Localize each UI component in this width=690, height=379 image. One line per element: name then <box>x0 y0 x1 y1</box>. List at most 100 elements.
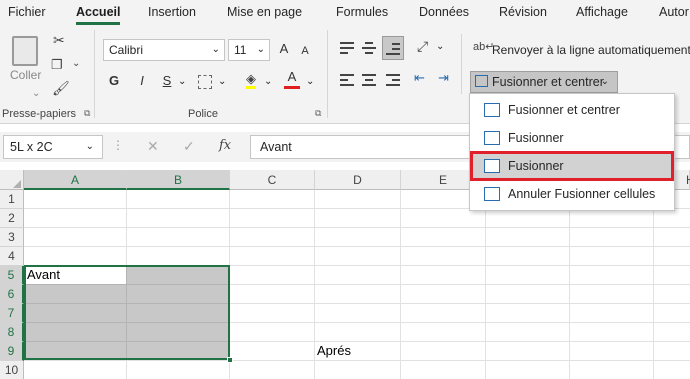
gridline <box>24 246 690 247</box>
menu-item-merge-and-center[interactable]: Fusionner et centrer <box>472 97 672 123</box>
column-header-a[interactable]: A <box>24 170 127 190</box>
unmerge-cells-icon <box>484 187 500 201</box>
tab-revision[interactable]: Révision <box>499 5 547 19</box>
column-header-d[interactable]: D <box>315 170 401 190</box>
tab-formules[interactable]: Formules <box>336 5 388 19</box>
column-header-c[interactable]: C <box>230 170 315 190</box>
clipboard-launcher-icon[interactable]: ⧉ <box>84 108 90 119</box>
font-name-dropdown-icon[interactable]: ⌄ <box>212 40 220 60</box>
insert-function-icon[interactable]: fx <box>219 138 231 153</box>
font-color-dropdown-icon[interactable]: ⌄ <box>306 76 314 87</box>
cut-icon[interactable]: ✂ <box>53 32 65 49</box>
underline-dropdown-icon[interactable]: ⌄ <box>178 76 186 87</box>
selection-gridline <box>126 267 127 358</box>
font-group-label: Police <box>188 108 218 120</box>
align-top-icon[interactable] <box>340 42 354 54</box>
menu-item-unmerge-cells[interactable]: Annuler Fusionner cellules <box>472 181 672 207</box>
tab-automate[interactable]: Autor <box>659 5 689 19</box>
row-header-7[interactable]: 7 <box>0 304 24 323</box>
name-box[interactable]: 5L x 2C ⌄ <box>3 135 103 159</box>
cell-d9[interactable]: Aprés <box>317 343 351 358</box>
borders-dropdown-icon[interactable]: ⌄ <box>218 76 226 87</box>
fill-color-icon[interactable]: ◈ <box>246 72 256 89</box>
shrink-font-button[interactable]: A <box>298 40 312 62</box>
format-painter-icon[interactable]: 🖌 <box>52 80 70 97</box>
row-header-10[interactable]: 10 <box>0 361 24 379</box>
active-tab-indicator <box>76 22 120 25</box>
tab-fichier[interactable]: Fichier <box>8 5 46 19</box>
row-header-4[interactable]: 4 <box>0 247 24 266</box>
bold-button[interactable]: G <box>105 70 123 92</box>
row-header-1[interactable]: 1 <box>0 190 24 209</box>
row-header-5[interactable]: 5 <box>0 266 24 285</box>
font-name-box[interactable]: Calibri ⌄ <box>103 39 225 61</box>
gridline <box>24 227 690 228</box>
merge-across-icon <box>484 131 500 145</box>
tab-accueil[interactable]: Accueil <box>76 5 120 19</box>
select-all-icon <box>13 180 21 188</box>
merge-dropdown-icon[interactable]: ⌄ <box>601 72 609 92</box>
tab-insertion[interactable]: Insertion <box>148 5 196 19</box>
tab-donnees[interactable]: Données <box>419 5 469 19</box>
align-left-icon[interactable] <box>340 74 354 86</box>
align-bottom-button[interactable] <box>382 36 404 60</box>
selection-gridline <box>26 322 228 323</box>
tab-affichage[interactable]: Affichage <box>576 5 628 19</box>
gridline <box>24 360 690 361</box>
group-separator <box>94 30 95 118</box>
menu-item-label: Fusionner <box>508 159 564 173</box>
copy-dropdown-icon[interactable]: ⌄ <box>72 58 80 69</box>
copy-icon[interactable]: ❐ <box>51 57 63 73</box>
menu-item-label: Annuler Fusionner cellules <box>508 187 656 201</box>
italic-button[interactable]: I <box>133 70 151 92</box>
font-size-box[interactable]: 11 ⌄ <box>228 39 270 61</box>
align-right-icon[interactable] <box>386 74 400 86</box>
menu-item-label: Fusionner <box>508 131 564 145</box>
fill-color-dropdown-icon[interactable]: ⌄ <box>264 76 272 87</box>
grow-font-button[interactable]: A <box>276 38 292 60</box>
align-center-icon[interactable] <box>362 74 376 86</box>
row-header-8[interactable]: 8 <box>0 323 24 342</box>
merge-and-center-label: Fusionner et centrer <box>492 75 604 89</box>
font-size-dropdown-icon[interactable]: ⌄ <box>257 40 265 60</box>
align-middle-icon[interactable] <box>362 42 376 54</box>
clipboard-group-label: Presse-papiers <box>2 108 76 120</box>
group-separator <box>461 34 462 94</box>
row-header-9[interactable]: 9 <box>0 342 24 361</box>
fill-handle[interactable] <box>227 357 233 363</box>
name-box-dropdown-icon[interactable]: ⌄ <box>86 136 94 158</box>
borders-icon[interactable] <box>198 75 212 89</box>
row-header-6[interactable]: 6 <box>0 285 24 304</box>
underline-button[interactable]: S <box>158 70 176 92</box>
font-launcher-icon[interactable]: ⧉ <box>315 108 321 119</box>
enter-icon[interactable]: ✓ <box>183 138 195 155</box>
menu-item-merge-cells[interactable]: Fusionner <box>470 151 674 181</box>
select-all-corner[interactable] <box>0 170 24 190</box>
tab-mise-en-page[interactable]: Mise en page <box>227 5 302 19</box>
cell-a5[interactable]: Avant <box>27 267 60 282</box>
paste-label[interactable]: Coller <box>10 68 41 82</box>
orientation-icon[interactable]: ⤢ <box>417 38 428 55</box>
row-header-2[interactable]: 2 <box>0 209 24 228</box>
formula-bar-grip-icon: ⋮ <box>112 138 124 152</box>
selection-gridline <box>26 303 228 304</box>
selection-gridline <box>26 284 228 285</box>
merge-and-center-button[interactable]: Fusionner et centrer ⌄ <box>470 71 618 93</box>
menu-item-merge-across[interactable]: Fusionner <box>472 125 672 151</box>
wrap-text-label[interactable]: Renvoyer à la ligne automatiquement <box>492 43 690 57</box>
menu-item-label: Fusionner et centrer <box>508 103 620 117</box>
paste-icon[interactable] <box>12 36 38 66</box>
name-box-value: 5L x 2C <box>10 140 53 154</box>
merge-cells-icon <box>484 159 500 173</box>
paste-dropdown-icon[interactable]: ⌄ <box>32 88 40 99</box>
merge-dropdown-menu: Fusionner et centrer Fusionner Fusionner… <box>469 93 675 211</box>
cancel-icon[interactable]: ✕ <box>147 138 159 155</box>
column-header-b[interactable]: B <box>127 170 230 190</box>
decrease-indent-icon[interactable]: ⇤ <box>414 70 425 86</box>
formula-value: Avant <box>260 140 292 154</box>
increase-indent-icon[interactable]: ⇥ <box>438 70 449 86</box>
font-color-button[interactable]: A <box>284 68 300 89</box>
group-separator <box>327 30 328 118</box>
row-header-3[interactable]: 3 <box>0 228 24 247</box>
orientation-dropdown-icon[interactable]: ⌄ <box>436 41 444 52</box>
